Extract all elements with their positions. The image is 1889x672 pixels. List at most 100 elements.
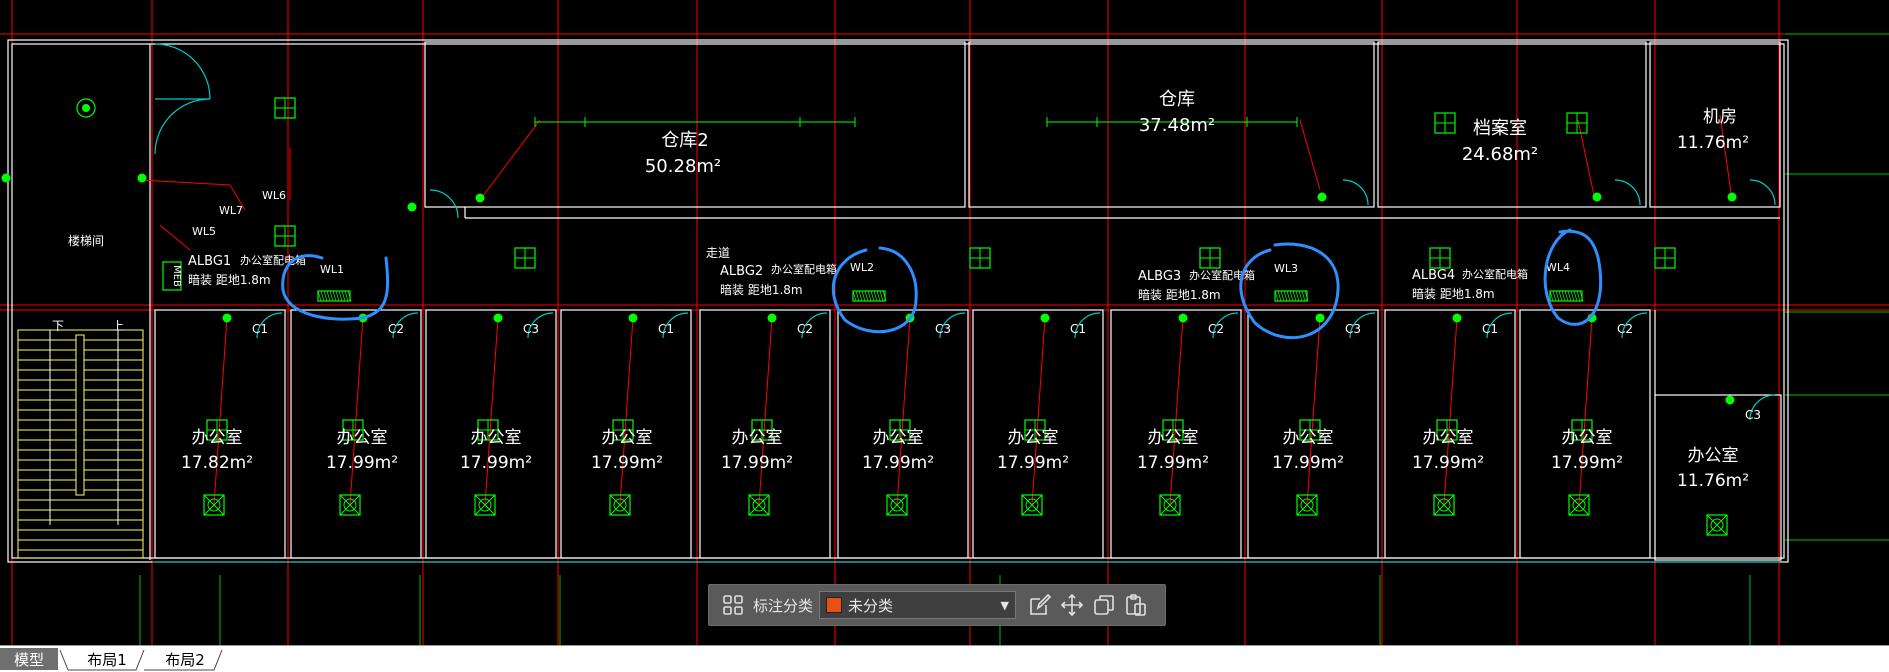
switch-dot xyxy=(1040,313,1050,323)
category-selected-value: 未分类 xyxy=(848,596,894,615)
wire xyxy=(484,317,499,506)
door-arc xyxy=(1614,179,1641,206)
panel-hatch xyxy=(1295,290,1300,302)
door-arc xyxy=(154,43,211,155)
door-arc xyxy=(1342,179,1369,206)
panel-hatch xyxy=(855,290,860,302)
circuit-wl7: WL7 xyxy=(219,204,243,217)
panel-hatch xyxy=(344,290,349,302)
move-icon[interactable] xyxy=(1056,589,1088,621)
office-name: 办公室 xyxy=(1688,446,1739,466)
light-panel-grid xyxy=(1655,248,1675,268)
grid-icon[interactable] xyxy=(717,589,749,621)
room-name-storage2: 仓库2 xyxy=(661,130,708,151)
office-name: 办公室 xyxy=(471,428,522,448)
door-arc xyxy=(1749,179,1776,206)
markup-circle xyxy=(831,246,918,334)
door-tag: C1 xyxy=(252,322,268,336)
office-name: 办公室 xyxy=(1283,428,1334,448)
wire xyxy=(758,317,773,506)
cad-drawing-canvas[interactable]: 仓库2 50.28m² 仓库 37.48m² 档案室 24.68m² 机房 11… xyxy=(0,0,1889,645)
switch-dot xyxy=(767,313,777,323)
office-name: 办公室 xyxy=(1423,428,1474,448)
annotation-category-label: 标注分类 xyxy=(753,596,814,615)
layout-tab-bar: 模型 布局1 布局2 xyxy=(0,645,1889,672)
light-panel-grid xyxy=(515,248,535,268)
door-tag: C3 xyxy=(1345,322,1361,336)
office-name: 办公室 xyxy=(602,428,653,448)
office-name: 办公室 xyxy=(732,428,783,448)
panel-hatch xyxy=(320,290,325,302)
switch-dot xyxy=(493,313,503,323)
room-name-archive: 档案室 xyxy=(1473,118,1527,139)
panel-hatch xyxy=(1289,290,1294,302)
edit-icon[interactable] xyxy=(1024,589,1056,621)
wire xyxy=(1306,317,1321,506)
panel-3-circuit: WL3 xyxy=(1274,262,1298,275)
door-tag: C2 xyxy=(388,322,404,336)
panel-hatch xyxy=(341,290,346,302)
panel-hatch xyxy=(332,290,337,302)
door-tag: C2 xyxy=(797,322,813,336)
panel-hatch xyxy=(1555,290,1560,302)
panel-2-code: ALBG2 xyxy=(720,264,763,279)
room-storage2-wall xyxy=(424,41,966,208)
office-area: 17.99m² xyxy=(1551,453,1623,473)
door-tag: C1 xyxy=(658,322,674,336)
switch-dot xyxy=(1452,313,1462,323)
panel-hatch xyxy=(326,290,331,302)
office-area: 17.82m² xyxy=(181,453,253,473)
door-tag: C3 xyxy=(523,322,539,336)
office-area: 17.99m² xyxy=(1412,453,1484,473)
switch-dot xyxy=(1317,192,1327,202)
panel-hatch xyxy=(1567,290,1572,302)
panel-4-mount: 暗装 距地1.8m xyxy=(1412,286,1495,301)
light-panel-grid xyxy=(1200,248,1220,268)
door-tag: C3 xyxy=(935,322,951,336)
tab-layout-1[interactable]: 布局1 xyxy=(78,648,136,670)
panel-hatch xyxy=(1564,290,1569,302)
panel-4-code: ALBG4 xyxy=(1412,268,1455,283)
door-tag: C3 xyxy=(1745,408,1761,422)
panel-1-code: ALBG1 xyxy=(188,254,231,269)
office-area: 17.99m² xyxy=(862,453,934,473)
copy-icon[interactable] xyxy=(1088,589,1120,621)
switch-dot xyxy=(407,202,417,212)
office-area: 17.99m² xyxy=(591,453,663,473)
switch-dot xyxy=(1592,192,1602,202)
dimension-line xyxy=(534,117,856,127)
room-area-storage: 37.48m² xyxy=(1139,115,1215,136)
switch-dot xyxy=(137,173,147,183)
light-panel-grid xyxy=(275,98,295,118)
door-arc xyxy=(429,189,459,219)
room-area-storage2: 50.28m² xyxy=(645,156,721,177)
panel-3-mount: 暗装 距地1.8m xyxy=(1138,287,1221,302)
panel-4-desc: 办公室配电箱 xyxy=(1462,267,1528,281)
tab-model[interactable]: 模型 xyxy=(0,648,58,670)
annotation-category-select[interactable]: 未分类 ▼ xyxy=(819,591,1017,619)
office-name: 办公室 xyxy=(1008,428,1059,448)
panel-hatch xyxy=(867,290,872,302)
office-name: 办公室 xyxy=(1562,428,1613,448)
panel-hatch xyxy=(858,290,863,302)
light-panel-grid xyxy=(970,248,990,268)
paste-icon[interactable] xyxy=(1120,589,1152,621)
panel-hatch xyxy=(873,290,878,302)
wire xyxy=(1578,317,1593,506)
panel-hatch xyxy=(1283,290,1288,302)
switch-dot xyxy=(1,173,11,183)
switch-dot xyxy=(1725,395,1735,405)
switch-dot xyxy=(628,313,638,323)
annotation-toolbar: 标注分类 未分类 ▼ xyxy=(708,584,1166,626)
light-panel-grid xyxy=(1567,113,1587,133)
switch-dot xyxy=(222,313,232,323)
door-tags: C1 C2 C3 C1 C2 C3 C1 C2 C3 C1 C2 C3 xyxy=(252,322,1761,422)
panel-2-mount: 暗装 距地1.8m xyxy=(720,282,803,297)
tab-layout-2[interactable]: 布局2 xyxy=(156,648,214,670)
panel-1-mount: 暗装 距地1.8m xyxy=(188,272,271,287)
light-panel-grid xyxy=(1430,248,1450,268)
switch-dot xyxy=(1727,192,1737,202)
circuit-wl6: WL6 xyxy=(262,189,286,202)
office-area: 17.99m² xyxy=(1272,453,1344,473)
office-labels: 办公室 17.82m² 办公室 17.99m² 办公室 17.99m² 办公室 17.99m²… xyxy=(181,428,1749,491)
